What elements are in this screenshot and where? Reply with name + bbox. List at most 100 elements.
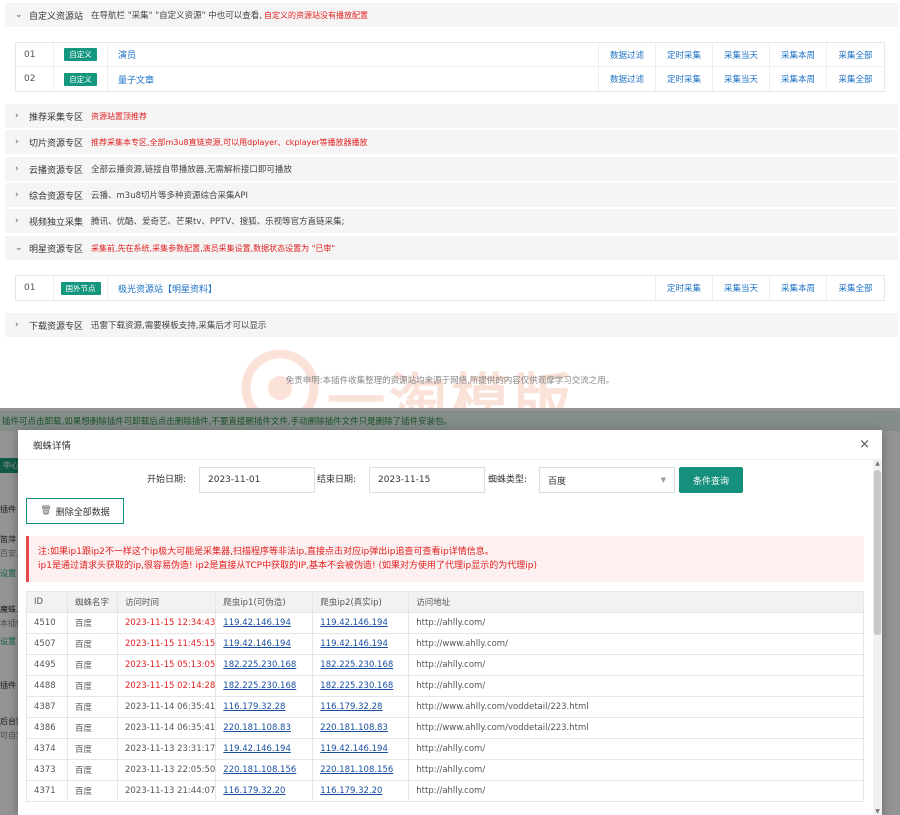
cell-ip2: 119.42.146.194 — [312, 612, 410, 634]
site-row: 01 自定义 演员 数据过滤 定时采集 采集当天 采集本周 采集全部 — [16, 43, 884, 67]
modal-header: 蜘蛛详情 × — [18, 430, 882, 460]
section-desc: 推荐采集本专区,全部m3u8直链资源,可以用dplayer、ckplayer等播… — [91, 137, 368, 147]
cell-url: http://ahlly.com/ — [408, 675, 864, 697]
cell-ip1: 119.42.146.194 — [215, 738, 314, 760]
ip1-link[interactable]: 119.42.146.194 — [223, 744, 291, 754]
scroll-down-icon[interactable]: ▼ — [874, 808, 881, 815]
tag-cell: 国外节点 — [54, 276, 108, 300]
notice-box: 注:如果ip1跟ip2不一样这个ip极大可能是采集器,扫描程序等非法ip,直接点… — [26, 536, 864, 582]
ip1-link[interactable]: 119.42.146.194 — [223, 639, 291, 649]
ip1-link[interactable]: 119.42.146.194 — [223, 618, 291, 628]
section-name: 下载资源专区 — [29, 321, 84, 332]
site-action-link[interactable]: 定时采集 — [656, 67, 713, 91]
cell-spider-name: 百度 — [67, 633, 118, 655]
start-date-input[interactable]: 2023-11-01 — [199, 467, 315, 493]
site-tag-badge: 自定义 — [64, 72, 97, 86]
cell-visit-time: 2023-11-15 11:45:15 — [116, 633, 217, 655]
query-button[interactable]: 条件查询 — [679, 467, 743, 493]
ip1-link[interactable]: 220.181.108.156 — [223, 765, 296, 775]
trash-icon: 🗑 — [40, 506, 52, 516]
filter-row: 开始日期: 2023-11-01 结束日期: 2023-11-15 蜘蛛类型: … — [18, 466, 868, 493]
collapsed-section[interactable]: › 云播资源专区 全部云播资源,链接自带播放器,无需解析接口即可播放 — [5, 157, 898, 182]
chevron-right-icon: › — [15, 320, 19, 330]
ip1-link[interactable]: 182.225.230.168 — [223, 681, 296, 691]
cell-ip2: 182.225.230.168 — [312, 675, 410, 697]
site-row: 02 自定义 量子文章 数据过滤 定时采集 采集当天 采集本周 采集全部 — [16, 67, 884, 91]
site-action-link[interactable]: 定时采集 — [656, 276, 713, 300]
site-row: 01 国外节点 极光资源站【明星资料】 定时采集 采集当天 采集本周 采集全部 — [16, 276, 884, 300]
cell-spider-name: 百度 — [67, 780, 118, 802]
scroll-up-icon[interactable]: ▲ — [874, 460, 881, 467]
cell-url: http://ahlly.com/ — [408, 738, 864, 760]
ip1-link[interactable]: 182.225.230.168 — [223, 660, 296, 670]
site-action-link[interactable]: 采集全部 — [827, 67, 884, 91]
site-name-link[interactable]: 演员 — [108, 43, 599, 66]
end-date-label: 结束日期: — [317, 475, 357, 485]
site-action-link[interactable]: 采集当天 — [713, 276, 770, 300]
modal-scrollbar[interactable]: ▲ ▼ — [873, 460, 882, 815]
end-date-input[interactable]: 2023-11-15 — [369, 467, 485, 493]
spider-type-label: 蜘蛛类型: — [488, 475, 528, 485]
site-action-link[interactable]: 数据过滤 — [599, 43, 656, 66]
cell-id: 4507 — [26, 633, 68, 655]
ip2-link[interactable]: 182.225.230.168 — [320, 660, 393, 670]
cell-visit-time: 2023-11-13 21:44:07 — [116, 780, 217, 802]
cell-ip1: 119.42.146.194 — [215, 633, 314, 655]
site-action-link[interactable]: 数据过滤 — [599, 67, 656, 91]
cell-ip2: 220.181.108.83 — [312, 717, 410, 739]
collapsed-section[interactable]: › 推荐采集专区 资源站置顶推荐 — [5, 104, 898, 129]
ip2-link[interactable]: 220.181.108.83 — [320, 723, 388, 733]
section-desc: 腾讯、优酷、爱奇艺、芒果tv、PPTV、搜狐、乐视等官方直链采集; — [91, 217, 345, 227]
cell-visit-time: 2023-11-15 05:13:05 — [116, 654, 217, 676]
spider-type-select[interactable]: 百度 ▼ — [539, 467, 675, 493]
section-desc: 资源站置顶推荐 — [91, 111, 148, 121]
cell-spider-name: 百度 — [67, 696, 118, 718]
site-action-link[interactable]: 定时采集 — [656, 43, 713, 66]
ip2-link[interactable]: 182.225.230.168 — [320, 681, 393, 691]
ip1-link[interactable]: 220.181.108.83 — [223, 723, 291, 733]
start-date-label: 开始日期: — [147, 475, 187, 485]
cell-ip1: 116.179.32.20 — [215, 780, 314, 802]
row-number: 02 — [16, 67, 54, 91]
site-tag-badge: 自定义 — [64, 48, 97, 61]
delete-all-button[interactable]: 🗑 删除全部数据 — [26, 498, 124, 524]
ip2-link[interactable]: 119.42.146.194 — [320, 639, 388, 649]
collapsed-section[interactable]: › 切片资源专区 推荐采集本专区,全部m3u8直链资源,可以用dplayer、ckp… — [5, 130, 898, 155]
ip2-link[interactable]: 220.181.108.156 — [320, 765, 393, 775]
site-action-link[interactable]: 采集本周 — [770, 67, 827, 91]
ip2-link[interactable]: 116.179.32.28 — [320, 702, 382, 712]
site-action-link[interactable]: 采集全部 — [827, 276, 884, 300]
close-icon[interactable]: × — [859, 437, 870, 452]
scroll-thumb[interactable] — [874, 470, 881, 635]
delete-all-label: 删除全部数据 — [55, 507, 110, 518]
table-row: 4495 百度 2023-11-15 05:13:05 182.225.230.168… — [26, 654, 864, 676]
site-action-link[interactable]: 采集全部 — [827, 43, 884, 66]
ip1-link[interactable]: 116.179.32.20 — [223, 786, 285, 796]
section-custom-resources[interactable]: ⌄ 自定义资源站 在导航栏 "采集" "自定义资源" 中也可以查看, 自定义的资… — [5, 3, 898, 28]
star-site-table: 01 国外节点 极光资源站【明星资料】 定时采集 采集当天 采集本周 采集全部 — [15, 275, 885, 301]
cell-spider-name: 百度 — [67, 717, 118, 739]
collapsed-section[interactable]: › 视频独立采集 腾讯、优酷、爱奇艺、芒果tv、PPTV、搜狐、乐视等官方直链采集; — [5, 209, 898, 234]
site-action-link[interactable]: 采集当天 — [713, 43, 770, 66]
cell-url: http://www.ahlly.com/voddetail/223.html — [408, 717, 864, 739]
ip2-link[interactable]: 119.42.146.194 — [320, 744, 388, 754]
col-id: ID — [26, 591, 68, 613]
ip2-link[interactable]: 119.42.146.194 — [320, 618, 388, 628]
cell-ip1: 182.225.230.168 — [215, 675, 314, 697]
section-download-resources[interactable]: › 下载资源专区 迅雷下载资源,需要模板支持,采集后才可以显示 — [5, 313, 898, 338]
notice-line-2: ip1是通过请求头获取的ip,很容易伪造! ip2是直接从TCP中获取的IP,基… — [38, 561, 537, 571]
site-action-link[interactable]: 采集本周 — [770, 276, 827, 300]
site-name-link[interactable]: 量子文章 — [108, 67, 599, 91]
chevron-right-icon: › — [15, 164, 19, 174]
chevron-down-icon: ⌄ — [15, 243, 23, 253]
site-action-link[interactable]: 采集当天 — [713, 67, 770, 91]
collapsed-section[interactable]: › 综合资源专区 云播、m3u8切片等多种资源综合采集API — [5, 183, 898, 208]
site-action-link[interactable]: 采集本周 — [770, 43, 827, 66]
site-name-link[interactable]: 极光资源站【明星资料】 — [108, 276, 656, 300]
section-desc-red: 自定义的资源站没有播放配置 — [263, 10, 368, 20]
ip1-link[interactable]: 116.179.32.28 — [223, 702, 285, 712]
section-star-resources[interactable]: ⌄ 明星资源专区 采集前,先在系统,采集参数配置,演员采集设置,数据状态设置为 … — [5, 236, 898, 261]
section-desc: 迅雷下载资源,需要模板支持,采集后才可以显示 — [91, 321, 267, 331]
ip2-link[interactable]: 116.179.32.20 — [320, 786, 382, 796]
cell-id: 4373 — [26, 759, 68, 781]
